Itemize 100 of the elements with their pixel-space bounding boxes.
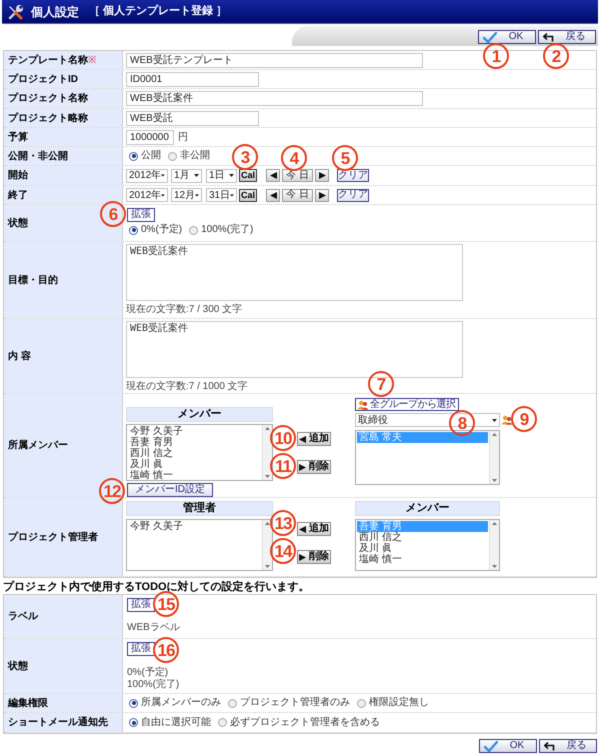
callout-number: 10 bbox=[270, 425, 296, 451]
character-count: 現在の文字数:7 / 300 文字 bbox=[126, 304, 242, 315]
callout-number: 14 bbox=[270, 538, 296, 564]
expand-button[interactable]: 拡張 bbox=[127, 598, 155, 612]
right-triangle-icon bbox=[299, 554, 306, 560]
callout-number: 7 bbox=[368, 371, 394, 397]
radio-label[interactable]: 100%(完了) bbox=[201, 224, 254, 236]
remove-button[interactable]: 削除 bbox=[297, 460, 331, 474]
callout-number: 5 bbox=[332, 145, 358, 171]
people-icon bbox=[358, 400, 368, 410]
list-item[interactable]: 吾妻 育男 bbox=[128, 437, 261, 448]
scroll-up-arrow-icon[interactable] bbox=[265, 522, 270, 525]
year-select[interactable]: 2012年 bbox=[126, 188, 168, 202]
member-list[interactable]: 今野 久美子 吾妻 育男 西川 信之 及川 眞 塩崎 慎一 bbox=[126, 424, 273, 481]
callout-number: 16 bbox=[153, 637, 179, 663]
back-arrow-icon bbox=[543, 32, 556, 42]
add-button[interactable]: 追加 bbox=[297, 522, 331, 536]
radio-label[interactable]: 必ずプロジェクト管理者を含める bbox=[230, 716, 380, 728]
today-button[interactable]: 今 日 bbox=[282, 169, 313, 182]
callout-number: 9 bbox=[511, 406, 537, 432]
radio-label[interactable]: 所属メンバーのみ bbox=[141, 697, 221, 709]
check-icon bbox=[483, 32, 497, 42]
callout-number: 1 bbox=[483, 43, 509, 69]
list-item[interactable]: 西川 信之 bbox=[357, 532, 488, 543]
character-count: 現在の文字数:7 / 1000 文字 bbox=[126, 381, 248, 392]
previous-button[interactable] bbox=[266, 169, 280, 182]
scroll-down-arrow-icon[interactable] bbox=[492, 565, 497, 568]
radio-label[interactable]: 権限設定無し bbox=[369, 697, 429, 709]
scroll-up-arrow-icon[interactable] bbox=[492, 433, 497, 436]
member-list[interactable]: 今野 久美子 bbox=[126, 519, 273, 571]
radio-button[interactable] bbox=[129, 152, 138, 160]
member-id-button[interactable]: メンバーID設定 bbox=[127, 483, 213, 497]
scrollbar[interactable] bbox=[262, 425, 272, 480]
clear-button[interactable]: クリア bbox=[337, 188, 369, 202]
scrollbar[interactable] bbox=[489, 520, 499, 570]
list-item[interactable]: 及川 眞 bbox=[357, 543, 488, 554]
month-select[interactable]: 1月 bbox=[171, 168, 202, 182]
field-label: 状態 bbox=[8, 660, 28, 674]
radio-button[interactable] bbox=[357, 698, 366, 708]
back-button[interactable]: 戻る bbox=[539, 739, 597, 753]
field-label: プロジェクトID bbox=[8, 72, 78, 86]
radio-button[interactable] bbox=[129, 226, 138, 234]
radio-label[interactable]: 非公開 bbox=[180, 150, 210, 162]
right-triangle-icon bbox=[299, 464, 306, 470]
expand-button[interactable]: 拡張 bbox=[127, 642, 155, 656]
list-item[interactable]: 西川 信之 bbox=[128, 448, 261, 459]
list-item[interactable]: 及川 眞 bbox=[128, 459, 261, 470]
scroll-down-arrow-icon[interactable] bbox=[265, 475, 270, 478]
scrollbar[interactable] bbox=[489, 431, 499, 484]
list-item[interactable]: 塩崎 慎一 bbox=[128, 470, 261, 481]
goal-textarea[interactable]: WEB受託案件 bbox=[126, 244, 463, 301]
text-input[interactable]: WEB受託案件 bbox=[126, 91, 423, 106]
year-select[interactable]: 2012年 bbox=[126, 168, 168, 182]
next-button[interactable] bbox=[315, 169, 329, 182]
scroll-up-arrow-icon[interactable] bbox=[265, 427, 270, 430]
content-textarea[interactable]: WEB受託案件 bbox=[126, 321, 463, 378]
radio-button[interactable] bbox=[228, 698, 237, 708]
scrollbar[interactable] bbox=[262, 520, 272, 570]
previous-button[interactable] bbox=[266, 188, 280, 202]
radio-button[interactable] bbox=[168, 152, 177, 160]
scroll-up-arrow-icon[interactable] bbox=[492, 522, 497, 525]
next-button[interactable] bbox=[315, 188, 329, 202]
group-select-button[interactable]: 全グループから選択 bbox=[355, 398, 459, 411]
member-list[interactable]: 吾妻 育男 西川 信之 及川 眞 塩崎 慎一 bbox=[355, 519, 500, 571]
text-input[interactable]: 1000000 bbox=[126, 130, 174, 144]
radio-button[interactable] bbox=[129, 718, 138, 727]
caret-icon bbox=[492, 418, 497, 422]
clear-button[interactable]: クリア bbox=[337, 169, 369, 182]
calendar-button[interactable]: Cal bbox=[239, 169, 257, 182]
callout-number: 15 bbox=[153, 591, 179, 617]
text-input[interactable]: ID0001 bbox=[126, 72, 259, 86]
expand-button[interactable]: 拡張 bbox=[127, 208, 155, 222]
radio-label[interactable]: 公開 bbox=[141, 150, 161, 162]
radio-button[interactable] bbox=[189, 226, 198, 234]
field-label: 公開・非公開 bbox=[8, 150, 68, 164]
remove-button[interactable]: 削除 bbox=[297, 550, 331, 564]
back-button[interactable]: 戻る bbox=[538, 30, 596, 44]
scroll-down-arrow-icon[interactable] bbox=[265, 565, 270, 568]
ok-button[interactable]: OK bbox=[478, 30, 536, 44]
list-item[interactable]: 塩崎 慎一 bbox=[357, 554, 488, 565]
text-input[interactable]: WEB受託テンプレート bbox=[126, 52, 423, 68]
month-select[interactable]: 12月 bbox=[171, 188, 202, 202]
list-item[interactable]: 今野 久美子 bbox=[128, 426, 261, 437]
radio-label[interactable]: 0%(予定) bbox=[141, 224, 182, 236]
back-arrow-icon bbox=[544, 742, 557, 750]
day-select[interactable]: 31日 bbox=[206, 188, 237, 202]
ok-button[interactable]: OK bbox=[479, 739, 537, 753]
add-button[interactable]: 追加 bbox=[297, 432, 331, 446]
day-select[interactable]: 1日 bbox=[206, 168, 237, 182]
text-input[interactable]: WEB受託 bbox=[126, 110, 259, 126]
radio-button[interactable] bbox=[129, 698, 138, 708]
scroll-down-arrow-icon[interactable] bbox=[492, 479, 497, 482]
radio-label[interactable]: 自由に選択可能 bbox=[141, 716, 211, 728]
list-item[interactable]: 今野 久美子 bbox=[128, 521, 261, 532]
caret-icon bbox=[161, 174, 165, 177]
callout-number: 3 bbox=[232, 144, 258, 170]
radio-button[interactable] bbox=[218, 718, 227, 727]
today-button[interactable]: 今 日 bbox=[282, 188, 313, 202]
calendar-button[interactable]: Cal bbox=[239, 188, 257, 202]
radio-label[interactable]: プロジェクト管理者のみ bbox=[240, 697, 350, 709]
